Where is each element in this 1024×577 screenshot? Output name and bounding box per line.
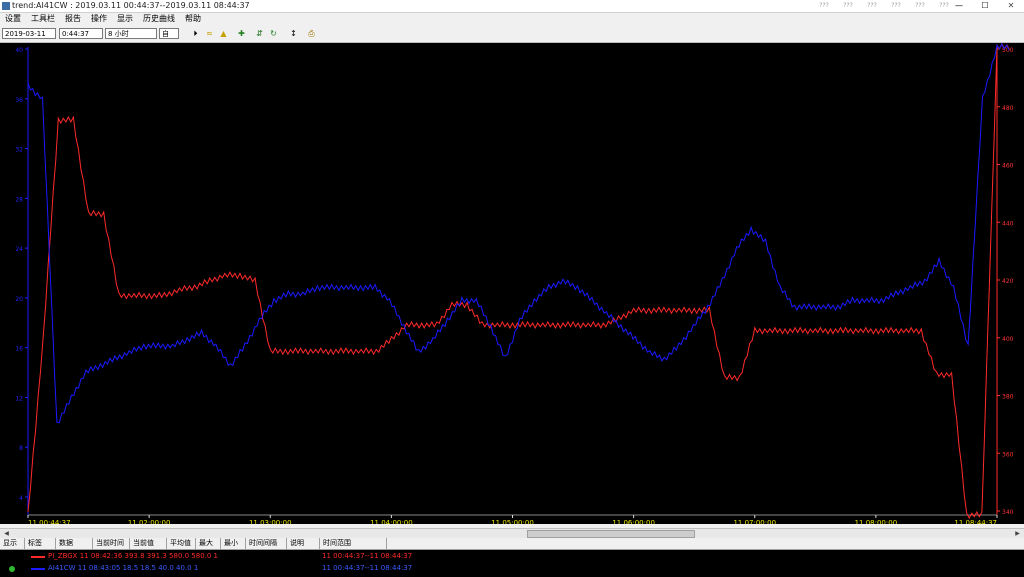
refresh-icon[interactable]: ↻ — [268, 28, 279, 39]
date-picker[interactable]: 2019-03-11 — [2, 28, 56, 39]
header-min[interactable]: 最小 — [221, 538, 246, 549]
header-time-range[interactable]: 时间范围 — [320, 538, 387, 549]
header-tag[interactable]: 标签 — [25, 538, 56, 549]
cursor-icon[interactable]: ↕ — [288, 28, 299, 39]
header-average[interactable]: 平均值 — [167, 538, 196, 549]
visible-indicator-icon[interactable] — [9, 566, 15, 572]
header-description[interactable]: 说明 — [287, 538, 320, 549]
x-tick-label: 11 00:44:37 — [28, 519, 71, 524]
left-tick-label: 32 — [15, 147, 23, 154]
toolbar: 2019-03-11 0:44:37 8 小时 自 ⏵ ≈ ▲ ✚ ⇵ ↻ ↕ … — [0, 26, 1024, 43]
table-row[interactable]: PI_ZBGX 11 08:42:36 393.8 391.3 580.0 58… — [0, 551, 1024, 562]
right-tick-label: 480 — [1002, 105, 1014, 112]
header-display[interactable]: 显示 — [0, 538, 25, 549]
series-swatch — [31, 568, 45, 570]
row-time-range: 11 00:44:37--11 08:44:37 — [322, 552, 413, 560]
left-tick-label: 4 — [19, 495, 23, 502]
left-tick-label: 24 — [15, 246, 23, 253]
menu-toolbar[interactable]: 工具栏 — [26, 13, 60, 25]
title-extra-button[interactable]: ??? — [908, 0, 932, 11]
auto-scale-icon[interactable]: ⇵ — [254, 28, 265, 39]
horizontal-scrollbar[interactable]: ◀ ▶ — [0, 528, 1024, 538]
title-extra-button[interactable]: ??? — [836, 0, 860, 11]
menu-display[interactable]: 显示 — [112, 13, 138, 25]
title-extra-button[interactable]: ??? — [860, 0, 884, 11]
header-max[interactable]: 最大 — [196, 538, 221, 549]
x-tick-label: 11 07:00:00 — [733, 519, 776, 524]
row-time-range: 11 00:44:37--11 08:44:37 — [322, 564, 413, 572]
zoom-icon[interactable]: ▲ — [218, 28, 229, 39]
app-icon — [2, 2, 10, 10]
mode-select[interactable]: 自 — [159, 28, 179, 39]
right-tick-label: 460 — [1002, 163, 1014, 170]
plot-background — [0, 43, 1024, 524]
legend-table-header: 显示 标签 数据 当前时间 当前值 平均值 最大 最小 时间间隔 说明 时间范围 — [0, 538, 1024, 550]
print-icon[interactable]: ⎙ — [306, 28, 317, 39]
filter-icon[interactable]: ⏵ — [190, 28, 201, 39]
header-current-time[interactable]: 当前时间 — [93, 538, 130, 549]
series-swatch — [31, 556, 45, 558]
row-values: PI_ZBGX 11 08:42:36 393.8 391.3 580.0 58… — [48, 552, 219, 560]
trend-plot: 403632282420161284 500480460440420400380… — [0, 43, 1024, 524]
x-tick-label: 11 08:00:00 — [855, 519, 898, 524]
menu-history-curve[interactable]: 历史曲线 — [138, 13, 180, 25]
scale-icon[interactable]: ≈ — [204, 28, 215, 39]
header-interval[interactable]: 时间间隔 — [246, 538, 287, 549]
menu-operate[interactable]: 操作 — [86, 13, 112, 25]
left-tick-label: 8 — [19, 445, 23, 452]
window-title: trend:AI41CW : 2019.03.11 00:44:37--2019… — [12, 1, 250, 10]
x-tick-label: 11 02:00:00 — [128, 519, 171, 524]
right-tick-label: 340 — [1002, 509, 1014, 516]
header-data[interactable]: 数据 — [56, 538, 93, 549]
x-tick-label: 11 06:00:00 — [612, 519, 655, 524]
window-controls: — ☐ ✕ — [946, 0, 1024, 12]
menu-bar: 设置 工具栏 报告 操作 显示 历史曲线 帮助 — [0, 13, 1024, 25]
right-tick-label: 400 — [1002, 336, 1014, 343]
minimize-button[interactable]: — — [946, 0, 972, 12]
menu-settings[interactable]: 设置 — [0, 13, 26, 25]
right-tick-label: 440 — [1002, 220, 1014, 227]
scroll-right-arrow-icon[interactable]: ▶ — [1013, 529, 1022, 538]
scrollbar-thumb[interactable] — [527, 530, 695, 538]
left-tick-label: 28 — [15, 196, 23, 203]
x-tick-label: 11 03:00:00 — [249, 519, 292, 524]
pan-icon[interactable]: ✚ — [236, 28, 247, 39]
duration-select[interactable]: 8 小时 — [105, 28, 157, 39]
trend-chart[interactable]: 40 36 32 28 24 20 16 12 8 4 500 480 460 440 420 400 380… — [0, 43, 1024, 524]
time-picker[interactable]: 0:44:37 — [59, 28, 103, 39]
title-extra-button[interactable]: ??? — [884, 0, 908, 11]
close-button[interactable]: ✕ — [998, 0, 1024, 12]
menu-report[interactable]: 报告 — [60, 13, 86, 25]
row-values: AI41CW 11 08:43:05 18.5 18.5 40.0 40.0 1 — [48, 564, 199, 572]
left-tick-label: 16 — [15, 346, 23, 353]
title-extra-button[interactable]: ??? — [812, 0, 836, 11]
left-tick-label: 40 — [15, 47, 23, 54]
legend-table-body: PI_ZBGX 11 08:42:36 393.8 391.3 580.0 58… — [0, 550, 1024, 577]
extra-title-buttons: ??? ??? ??? ??? ??? ??? — [812, 0, 956, 11]
menu-help[interactable]: 帮助 — [180, 13, 206, 25]
right-tick-label: 420 — [1002, 278, 1014, 285]
left-tick-label: 12 — [15, 395, 23, 402]
x-tick-label: 11 05:00:00 — [491, 519, 534, 524]
x-tick-label: 11 04:00:00 — [370, 519, 413, 524]
x-tick-label: 11 08:44:37 — [954, 519, 997, 524]
right-tick-label: 360 — [1002, 451, 1014, 458]
header-current-value[interactable]: 当前值 — [130, 538, 167, 549]
left-tick-label: 20 — [15, 296, 23, 303]
right-tick-label: 380 — [1002, 394, 1014, 401]
title-bar: trend:AI41CW : 2019.03.11 00:44:37--2019… — [0, 0, 1024, 13]
left-tick-label: 36 — [15, 97, 23, 104]
maximize-button[interactable]: ☐ — [972, 0, 998, 12]
table-row[interactable]: AI41CW 11 08:43:05 18.5 18.5 40.0 40.0 1… — [0, 563, 1024, 574]
scroll-left-arrow-icon[interactable]: ◀ — [2, 529, 11, 538]
